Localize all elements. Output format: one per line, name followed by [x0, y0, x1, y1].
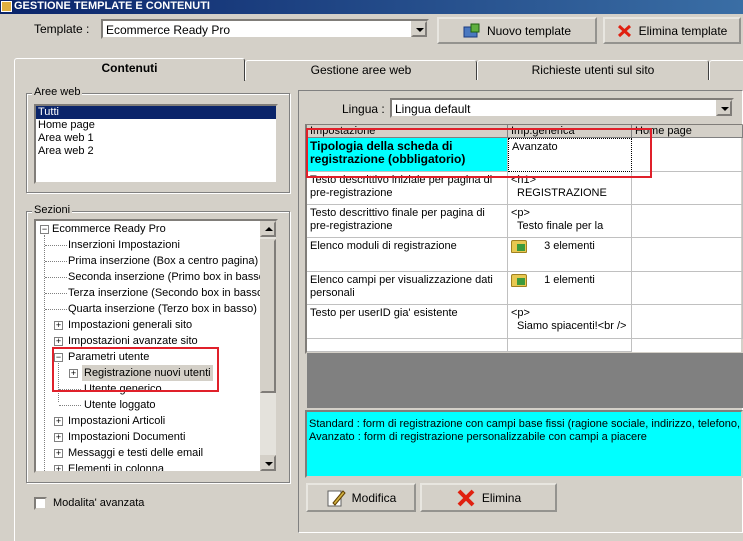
tab-more[interactable]: [709, 60, 743, 80]
grid-cell-generic[interactable]: 3 elementi: [508, 238, 632, 272]
grid-cell-setting[interactable]: Testo descrittivo finale per pagina di p…: [307, 205, 508, 238]
tree-item-terza-inserzione[interactable]: Terza inserzione (Secondo box in basso): [68, 285, 267, 301]
lingua-label: Lingua :: [342, 102, 385, 116]
grid-cell-home[interactable]: [632, 172, 743, 205]
tree-item-messaggi-email[interactable]: Messaggi e testi delle email: [68, 445, 203, 461]
scroll-up-icon[interactable]: [260, 221, 276, 237]
advanced-mode-checkbox[interactable]: [34, 497, 47, 510]
tree-item-impostazioni-avanzate[interactable]: Impostazioni avanzate sito: [68, 333, 198, 349]
new-template-icon: [463, 23, 480, 37]
lingua-select[interactable]: Lingua default: [390, 98, 734, 118]
grid-cell-generic[interactable]: <p> Testo finale per la: [508, 205, 632, 238]
grid-cell-home[interactable]: [632, 205, 743, 238]
cell-line: REGISTRAZIONE: [517, 187, 607, 199]
tree-item-elementi-colonna[interactable]: Elementi in colonna: [68, 461, 164, 471]
tree-item-quarta-inserzione[interactable]: Quarta inserzione (Terzo box in basso): [68, 301, 257, 317]
grid-cell-home[interactable]: [632, 238, 743, 272]
delete-x-icon: [457, 489, 475, 506]
grid-cell-home[interactable]: [632, 138, 743, 172]
delete-template-button[interactable]: Elimina template: [603, 17, 741, 44]
description-line-standard: Standard : form di registrazione con cam…: [309, 418, 743, 430]
delete-template-label: Elimina template: [638, 23, 728, 38]
lingua-select-value: Lingua default: [395, 102, 471, 116]
grid-empty-area: [307, 353, 743, 408]
template-select-value: Ecommerce Ready Pro: [106, 23, 231, 37]
grid-cell-setting[interactable]: Tipologia della scheda di registrazione …: [307, 138, 508, 172]
app-icon: [1, 1, 12, 12]
grid-header-impostazione[interactable]: Impostazione: [307, 125, 508, 138]
tree-scrollbar[interactable]: [260, 221, 276, 471]
tab-contenuti[interactable]: Contenuti: [14, 58, 245, 81]
delete-button[interactable]: Elimina: [420, 483, 557, 512]
grid-cell-generic[interactable]: <p> Siamo spiacenti!<br />: [508, 305, 632, 339]
window-title: GESTIONE TEMPLATE E CONTENUTI: [14, 0, 210, 12]
tree-item-inserzioni[interactable]: Inserzioni Impostazioni: [68, 237, 180, 253]
cell-line: <p>: [511, 207, 530, 219]
advanced-mode-label: Modalita' avanzata: [53, 497, 145, 509]
aree-web-list[interactable]: Tutti Home page Area web 1 Area web 2: [34, 104, 278, 184]
pencil-edit-icon: [327, 489, 346, 506]
window-title-bar: GESTIONE TEMPLATE E CONTENUTI: [0, 0, 743, 14]
cell-line: <h1>: [511, 174, 537, 186]
edit-label: Modifica: [351, 490, 397, 505]
grid-cell-setting[interactable]: Testo descrittivo iniziale per pagina di…: [307, 172, 508, 205]
list-item-home-page[interactable]: Home page: [36, 119, 276, 132]
grid-cell-home[interactable]: [632, 305, 743, 339]
scroll-thumb[interactable]: [260, 239, 276, 393]
delete-x-icon: [617, 24, 631, 37]
grid-cell-setting[interactable]: Elenco campi per visualizzazione dati pe…: [307, 272, 508, 305]
tree-item-parametri-utente[interactable]: Parametri utente: [68, 349, 149, 365]
list-item-area-web-1[interactable]: Area web 1: [36, 132, 276, 145]
grid-header-generica[interactable]: Imp.generica: [508, 125, 632, 138]
chevron-down-icon[interactable]: [716, 100, 732, 116]
cell-count: 1 elementi: [544, 274, 595, 287]
description-panel: Standard : form di registrazione con cam…: [305, 410, 743, 478]
chevron-down-icon[interactable]: [411, 21, 427, 37]
grid-cell-generic[interactable]: <h1> REGISTRAZIONE: [508, 172, 632, 205]
delete-label: Elimina: [481, 490, 522, 505]
list-item-area-web-2[interactable]: Area web 2: [36, 145, 276, 158]
tree-item-utente-generico[interactable]: Utente generico: [84, 381, 162, 397]
grid-cell-generic[interactable]: Avanzato: [508, 138, 632, 172]
tree-item-impostazioni-documenti[interactable]: Impostazioni Documenti: [68, 429, 185, 445]
tab-gestione-aree-web[interactable]: Gestione aree web: [245, 60, 477, 80]
cell-line: Siamo spiacenti!<br />: [517, 320, 627, 332]
folder-icon: [511, 240, 527, 253]
sezioni-label: Sezioni: [32, 204, 73, 216]
list-item-tutti[interactable]: Tutti: [36, 106, 276, 119]
edit-button[interactable]: Modifica: [306, 483, 416, 512]
aree-web-label: Aree web: [32, 86, 83, 98]
grid-cell-home[interactable]: [632, 272, 743, 305]
sezioni-tree[interactable]: − Ecommerce Ready Pro Inserzioni Imposta…: [34, 219, 278, 473]
cell-line: Testo finale per la: [517, 220, 604, 232]
tree-item-impostazioni-generali[interactable]: Impostazioni generali sito: [68, 317, 192, 333]
cell-line: <p>: [511, 307, 530, 319]
tree-item-utente-loggato[interactable]: Utente loggato: [84, 397, 156, 413]
folder-icon: [511, 274, 527, 287]
scroll-down-icon[interactable]: [260, 455, 276, 471]
template-select[interactable]: Ecommerce Ready Pro: [101, 19, 429, 39]
cell-count: 3 elementi: [544, 240, 595, 253]
tree-item-registrazione-nuovi-utenti[interactable]: Registrazione nuovi utenti: [82, 365, 213, 381]
tab-richieste-utenti[interactable]: Richieste utenti sul sito: [477, 60, 709, 80]
tree-item-root[interactable]: Ecommerce Ready Pro: [52, 221, 166, 237]
template-label: Template :: [34, 22, 90, 36]
tree-item-impostazioni-articoli[interactable]: Impostazioni Articoli: [68, 413, 165, 429]
tree-item-prima-inserzione[interactable]: Prima inserzione (Box a centro pagina): [68, 253, 258, 269]
grid-cell-setting[interactable]: Elenco moduli di registrazione: [307, 238, 508, 272]
grid-cell-generic[interactable]: 1 elementi: [508, 272, 632, 305]
grid-cell-empty[interactable]: [307, 339, 508, 352]
grid-header-home-page[interactable]: Home page: [632, 125, 743, 138]
new-template-button[interactable]: Nuovo template: [437, 17, 597, 44]
tree-item-seconda-inserzione[interactable]: Seconda inserzione (Primo box in basso): [68, 269, 269, 285]
grid-cell-setting[interactable]: Testo per userID gia' esistente: [307, 305, 508, 339]
grid-cell-empty[interactable]: [508, 339, 632, 352]
description-line-avanzato: Avanzato : form di registrazione persona…: [309, 431, 647, 443]
new-template-label: Nuovo template: [486, 23, 572, 38]
